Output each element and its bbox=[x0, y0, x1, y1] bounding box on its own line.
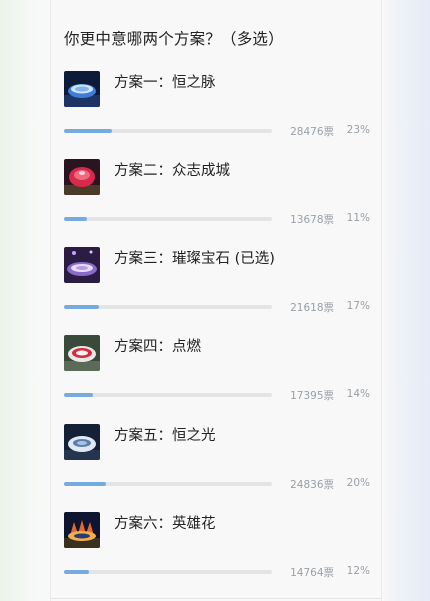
vote-percent: 17% bbox=[346, 300, 370, 312]
vote-progress-track bbox=[64, 129, 272, 133]
vote-progress-fill bbox=[64, 129, 112, 133]
vote-progress-track bbox=[64, 393, 272, 397]
vote-percent: 14% bbox=[346, 388, 370, 400]
vote-progress-fill bbox=[64, 305, 100, 309]
option-label: 方案一：恒之脉 bbox=[114, 75, 216, 91]
option-label: 方案五：恒之光 bbox=[114, 428, 216, 444]
vote-count: 24836票 bbox=[290, 479, 334, 491]
poll-question: 你更中意哪两个方案？（多选） bbox=[64, 30, 284, 48]
stadium-purple-gem-icon bbox=[64, 247, 100, 283]
vote-count: 17395票 bbox=[290, 390, 334, 402]
vote-progress-track bbox=[64, 217, 272, 221]
poll-option-6[interactable]: 方案六：英雄花 14764票 12% bbox=[51, 512, 383, 600]
poll-card: 你更中意哪两个方案？（多选） 方案一：恒之脉 28476票 23% 方案二：众志… bbox=[50, 0, 382, 601]
vote-count: 28476票 bbox=[290, 126, 334, 138]
vote-progress-fill bbox=[64, 217, 87, 221]
vote-count: 21618票 bbox=[290, 302, 334, 314]
vote-percent: 12% bbox=[346, 565, 370, 577]
poll-option-5[interactable]: 方案五：恒之光 24836票 20% bbox=[51, 424, 383, 512]
option-label: 方案四：点燃 bbox=[114, 339, 201, 355]
vote-percent: 11% bbox=[346, 212, 370, 224]
vote-progress-track bbox=[64, 305, 272, 309]
vote-percent: 20% bbox=[346, 477, 370, 489]
vote-percent: 23% bbox=[346, 124, 370, 136]
poll-option-2[interactable]: 方案二：众志成城 13678票 11% bbox=[51, 159, 383, 247]
stadium-red-dome-icon bbox=[64, 159, 100, 195]
vote-progress-track bbox=[64, 482, 272, 486]
vote-count: 14764票 bbox=[290, 567, 334, 579]
poll-option-4[interactable]: 方案四：点燃 17395票 14% bbox=[51, 335, 383, 423]
stadium-flower-icon bbox=[64, 512, 100, 548]
vote-progress-track bbox=[64, 570, 272, 574]
stadium-red-ring-icon bbox=[64, 335, 100, 371]
stadium-white-light-icon bbox=[64, 424, 100, 460]
vote-progress-fill bbox=[64, 393, 94, 397]
divider bbox=[50, 598, 382, 599]
option-label: 方案二：众志成城 bbox=[114, 163, 230, 179]
vote-progress-fill bbox=[64, 570, 89, 574]
poll-option-1[interactable]: 方案一：恒之脉 28476票 23% bbox=[51, 71, 383, 159]
stadium-blue-night-icon bbox=[64, 71, 100, 107]
poll-option-3[interactable]: 方案三：璀璨宝石 (已选) 21618票 17% bbox=[51, 247, 383, 335]
option-label: 方案三：璀璨宝石 (已选) bbox=[114, 251, 275, 267]
vote-progress-fill bbox=[64, 482, 106, 486]
option-label: 方案六：英雄花 bbox=[114, 516, 216, 532]
vote-count: 13678票 bbox=[290, 214, 334, 226]
